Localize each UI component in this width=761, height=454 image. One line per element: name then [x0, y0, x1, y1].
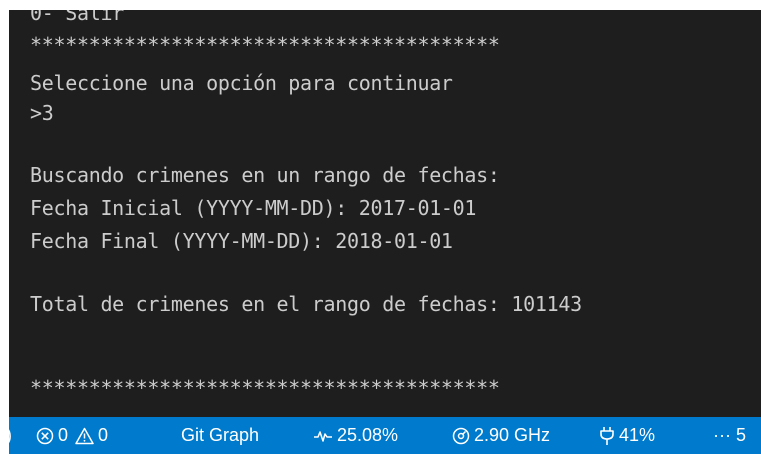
terminal-panel[interactable]: 0- Salir *******************************… — [9, 10, 761, 417]
status-bar: ) 0 0 Git Graph 25.08% — [9, 417, 761, 454]
cpu-frequency-value: 2.90 GHz — [474, 425, 551, 445]
status-item-more[interactable]: ··· 5 — [713, 417, 746, 454]
terminal-line: 0- Salir — [30, 10, 124, 25]
warning-triangle-icon — [75, 427, 94, 445]
terminal-line: **************************************** — [30, 33, 500, 57]
status-item-cpu-usage[interactable]: 25.08% — [313, 417, 398, 454]
more-label: ··· 5 — [713, 425, 746, 445]
terminal-line: Fecha Final (YYYY-MM-DD): 2018-01-01 — [30, 229, 453, 253]
terminal-line: >3 — [30, 101, 54, 125]
status-item-problems[interactable]: 0 0 — [36, 417, 108, 454]
error-circle-icon — [36, 427, 54, 445]
battery-value: 41% — [619, 425, 656, 445]
status-item-battery[interactable]: 41% — [599, 417, 655, 454]
terminal-line: Seleccione una opción para continuar — [30, 71, 453, 95]
clipped-label: ) — [9, 417, 12, 454]
terminal-line: **************************************** — [30, 376, 500, 400]
warnings-count: 0 — [98, 425, 109, 445]
status-item-clipped[interactable]: ) — [9, 417, 12, 454]
gauge-icon — [452, 427, 470, 445]
status-item-cpu-frequency[interactable]: 2.90 GHz — [452, 417, 550, 454]
errors-count: 0 — [58, 425, 69, 445]
terminal-line: Buscando crimenes en un rango de fechas: — [30, 163, 500, 187]
cpu-usage-value: 25.08% — [337, 425, 399, 445]
git-graph-label: Git Graph — [181, 425, 260, 445]
plug-icon — [599, 426, 615, 446]
terminal-line: Fecha Inicial (YYYY-MM-DD): 2017-01-01 — [30, 196, 477, 220]
status-item-git-graph[interactable]: Git Graph — [181, 417, 259, 454]
terminal-line: Total de crimenes en el rango de fechas:… — [30, 292, 582, 316]
pulse-icon — [313, 428, 333, 444]
